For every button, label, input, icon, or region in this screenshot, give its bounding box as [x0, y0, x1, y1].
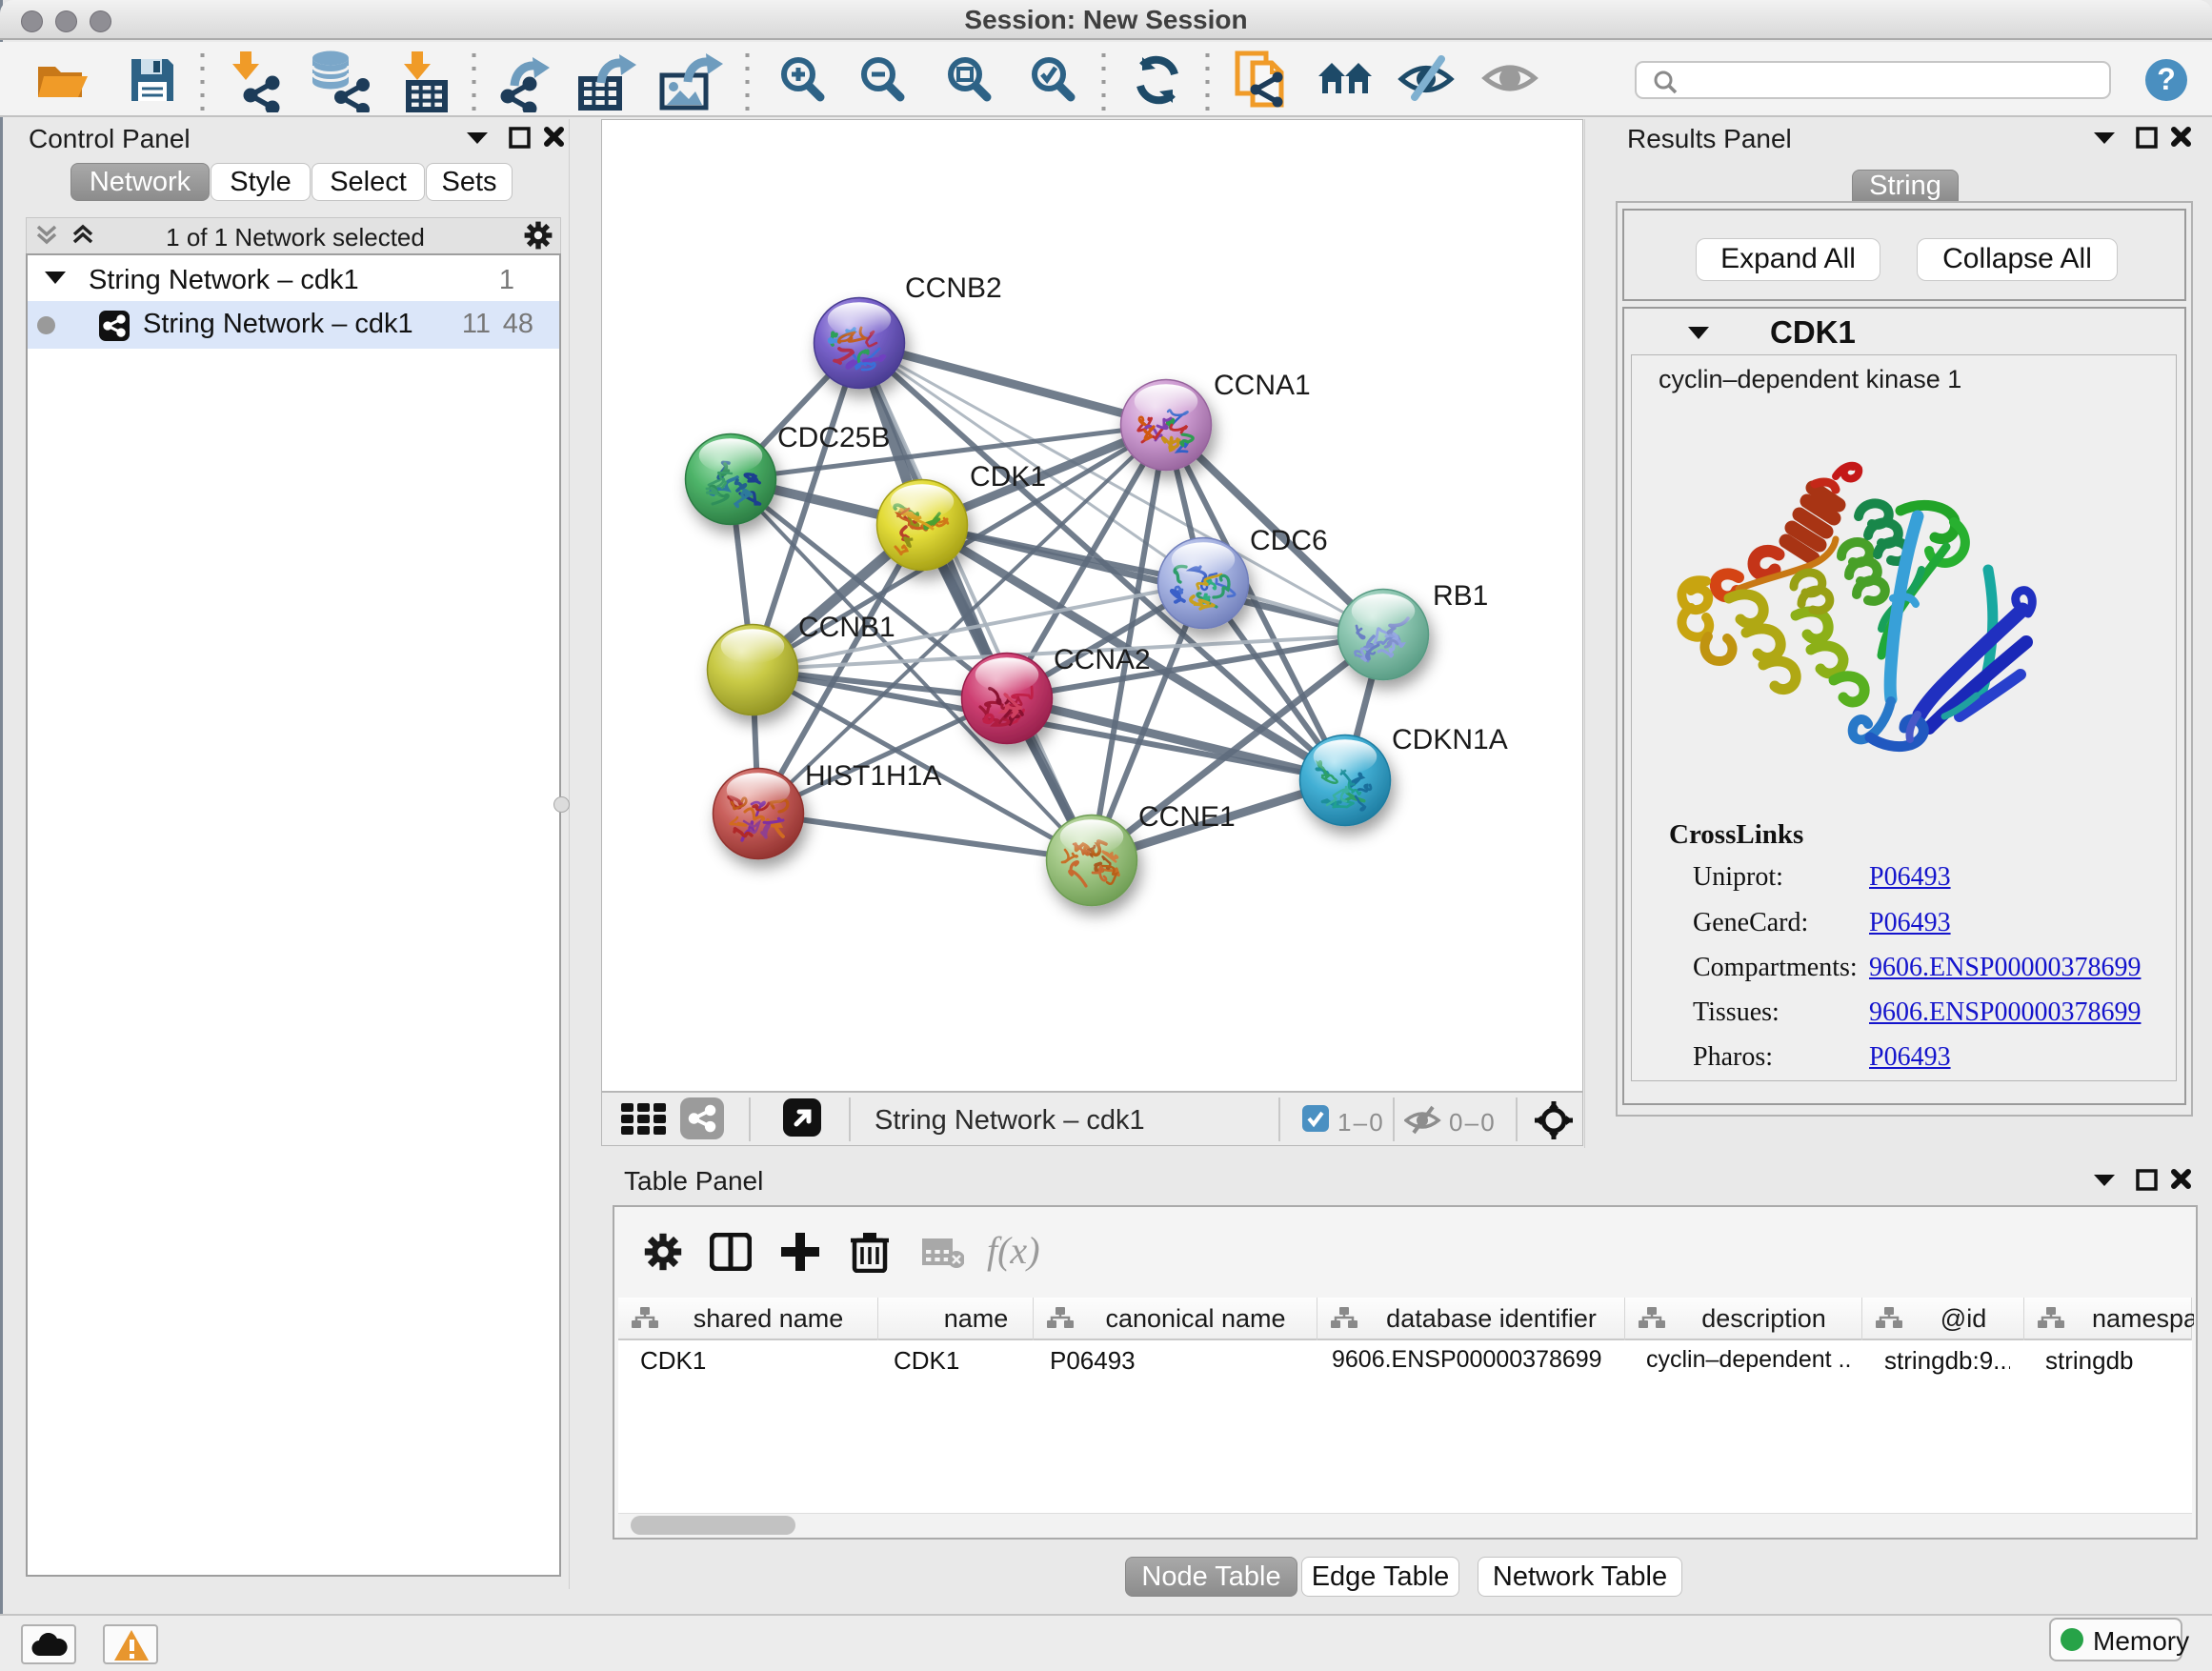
svg-text:HIST1H1A: HIST1H1A [805, 760, 941, 792]
svg-text:CDKN1A: CDKN1A [1392, 724, 1508, 755]
svg-text:CCNB2: CCNB2 [905, 272, 1002, 304]
svg-text:CDC6: CDC6 [1250, 525, 1328, 556]
svg-text:CCNE1: CCNE1 [1138, 801, 1236, 833]
svg-text:CDK1: CDK1 [970, 461, 1046, 493]
svg-text:CCNB1: CCNB1 [798, 612, 895, 643]
svg-text:?: ? [2157, 62, 2176, 96]
svg-text:CCNA1: CCNA1 [1214, 370, 1311, 401]
svg-text:CCNA2: CCNA2 [1054, 644, 1151, 675]
svg-text:RB1: RB1 [1433, 580, 1488, 612]
svg-text:CDC25B: CDC25B [777, 422, 890, 453]
